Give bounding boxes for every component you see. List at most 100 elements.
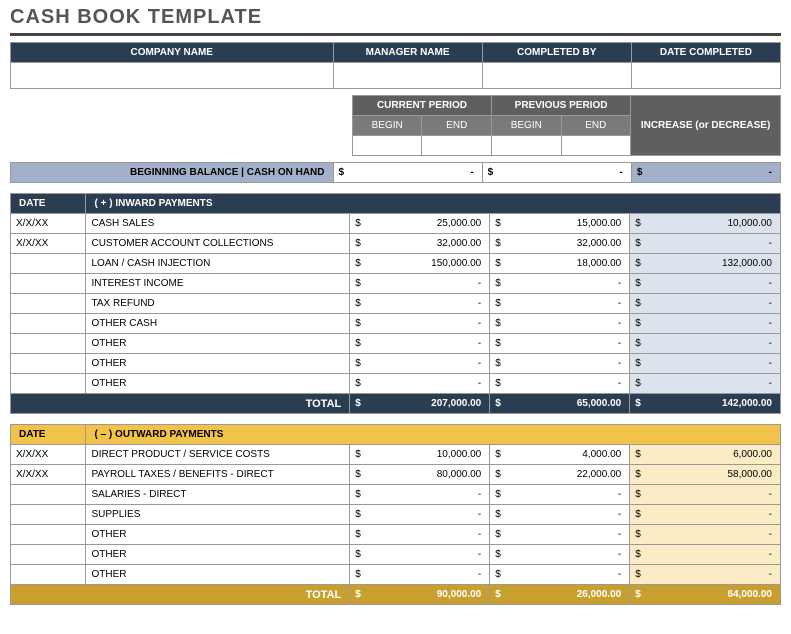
label-cell[interactable]: SALARIES - DIRECT <box>86 485 350 505</box>
table-row: LOAN / CASH INJECTION$150,000.00$18,000.… <box>11 254 781 274</box>
table-row: OTHER$-$-$- <box>11 545 781 565</box>
inc-cell: $- <box>630 525 781 545</box>
inward-total-inc: $142,000.00 <box>630 394 781 414</box>
date-cell[interactable] <box>11 525 86 545</box>
label-cell[interactable]: SUPPLIES <box>86 505 350 525</box>
table-row: X/X/XXDIRECT PRODUCT / SERVICE COSTS$10,… <box>11 445 781 465</box>
date-cell[interactable] <box>11 374 86 394</box>
date-cell[interactable] <box>11 274 86 294</box>
prev-cell[interactable]: $4,000.00 <box>490 445 630 465</box>
prev-cell[interactable]: $- <box>490 314 630 334</box>
date-cell[interactable] <box>11 565 86 585</box>
prev-cell[interactable]: $22,000.00 <box>490 465 630 485</box>
label-cell[interactable]: OTHER <box>86 334 350 354</box>
datecompleted-header: DATE COMPLETED <box>631 43 780 63</box>
current-period-header: CURRENT PERIOD <box>352 96 491 116</box>
prev-cell[interactable]: $- <box>490 525 630 545</box>
prev-cell[interactable]: $- <box>490 374 630 394</box>
prev-cell[interactable]: $15,000.00 <box>490 214 630 234</box>
datecompleted-input[interactable] <box>631 63 780 89</box>
label-cell[interactable]: CUSTOMER ACCOUNT COLLECTIONS <box>86 234 350 254</box>
inward-date-header: DATE <box>11 194 86 214</box>
date-cell[interactable] <box>11 505 86 525</box>
inward-total-prev: $65,000.00 <box>490 394 630 414</box>
label-cell[interactable]: OTHER <box>86 354 350 374</box>
company-input[interactable] <box>11 63 334 89</box>
cur-cell[interactable]: $- <box>350 565 490 585</box>
label-cell[interactable]: CASH SALES <box>86 214 350 234</box>
table-row: SUPPLIES$-$-$- <box>11 505 781 525</box>
label-cell[interactable]: INTEREST INCOME <box>86 274 350 294</box>
prev-cell[interactable]: $32,000.00 <box>490 234 630 254</box>
date-cell[interactable] <box>11 545 86 565</box>
table-row: X/X/XXCUSTOMER ACCOUNT COLLECTIONS$32,00… <box>11 234 781 254</box>
cur-cell[interactable]: $80,000.00 <box>350 465 490 485</box>
date-cell[interactable]: X/X/XX <box>11 465 86 485</box>
outward-table: DATE ( – ) OUTWARD PAYMENTS X/X/XXDIRECT… <box>10 424 781 605</box>
inward-total-cur: $207,000.00 <box>350 394 490 414</box>
date-cell[interactable] <box>11 314 86 334</box>
date-cell[interactable] <box>11 294 86 314</box>
inc-cell: $- <box>630 334 781 354</box>
prev-cell[interactable]: $- <box>490 485 630 505</box>
label-cell[interactable]: TAX REFUND <box>86 294 350 314</box>
date-cell[interactable] <box>11 254 86 274</box>
prev-cell[interactable]: $18,000.00 <box>490 254 630 274</box>
date-cell[interactable] <box>11 485 86 505</box>
cur-cell[interactable]: $- <box>350 274 490 294</box>
table-row: INTEREST INCOME$-$-$- <box>11 274 781 294</box>
inc-cell: $- <box>630 274 781 294</box>
table-row: SALARIES - DIRECT$-$-$- <box>11 485 781 505</box>
beginning-cur[interactable]: $- <box>333 163 482 183</box>
manager-input[interactable] <box>333 63 482 89</box>
cur-cell[interactable]: $- <box>350 505 490 525</box>
prev-cell[interactable]: $- <box>490 354 630 374</box>
label-cell[interactable]: OTHER <box>86 374 350 394</box>
prev-cell[interactable]: $- <box>490 545 630 565</box>
company-header: COMPANY NAME <box>11 43 334 63</box>
cur-cell[interactable]: $- <box>350 334 490 354</box>
cur-end-input[interactable] <box>422 136 492 156</box>
prev-cell[interactable]: $- <box>490 565 630 585</box>
outward-total-label: TOTAL <box>11 585 350 605</box>
prev-cell[interactable]: $- <box>490 505 630 525</box>
inward-table: DATE ( + ) INWARD PAYMENTS X/X/XXCASH SA… <box>10 193 781 414</box>
beginning-prev[interactable]: $- <box>482 163 631 183</box>
label-cell[interactable]: OTHER <box>86 525 350 545</box>
beginning-balance-label: BEGINNING BALANCE | CASH ON HAND <box>11 163 334 183</box>
label-cell[interactable]: OTHER <box>86 545 350 565</box>
cur-cell[interactable]: $- <box>350 485 490 505</box>
inc-cell: $- <box>630 545 781 565</box>
cur-cell[interactable]: $- <box>350 374 490 394</box>
cur-cell[interactable]: $- <box>350 354 490 374</box>
cur-begin-input[interactable] <box>352 136 422 156</box>
date-cell[interactable]: X/X/XX <box>11 234 86 254</box>
cur-cell[interactable]: $25,000.00 <box>350 214 490 234</box>
inc-cell: $- <box>630 374 781 394</box>
cur-cell[interactable]: $10,000.00 <box>350 445 490 465</box>
inc-cell: $- <box>630 485 781 505</box>
label-cell[interactable]: PAYROLL TAXES / BENEFITS - DIRECT <box>86 465 350 485</box>
prev-cell[interactable]: $- <box>490 294 630 314</box>
label-cell[interactable]: DIRECT PRODUCT / SERVICE COSTS <box>86 445 350 465</box>
date-cell[interactable] <box>11 354 86 374</box>
completedby-input[interactable] <box>482 63 631 89</box>
cur-cell[interactable]: $150,000.00 <box>350 254 490 274</box>
label-cell[interactable]: OTHER CASH <box>86 314 350 334</box>
date-cell[interactable]: X/X/XX <box>11 445 86 465</box>
cur-cell[interactable]: $- <box>350 294 490 314</box>
cur-cell[interactable]: $- <box>350 525 490 545</box>
prev-cell[interactable]: $- <box>490 334 630 354</box>
table-row: TAX REFUND$-$-$- <box>11 294 781 314</box>
cur-cell[interactable]: $32,000.00 <box>350 234 490 254</box>
cur-cell[interactable]: $- <box>350 314 490 334</box>
table-row: OTHER$-$-$- <box>11 374 781 394</box>
date-cell[interactable]: X/X/XX <box>11 214 86 234</box>
date-cell[interactable] <box>11 334 86 354</box>
label-cell[interactable]: OTHER <box>86 565 350 585</box>
prev-cell[interactable]: $- <box>490 274 630 294</box>
prev-begin-input[interactable] <box>492 136 562 156</box>
label-cell[interactable]: LOAN / CASH INJECTION <box>86 254 350 274</box>
prev-end-input[interactable] <box>561 136 631 156</box>
cur-cell[interactable]: $- <box>350 545 490 565</box>
